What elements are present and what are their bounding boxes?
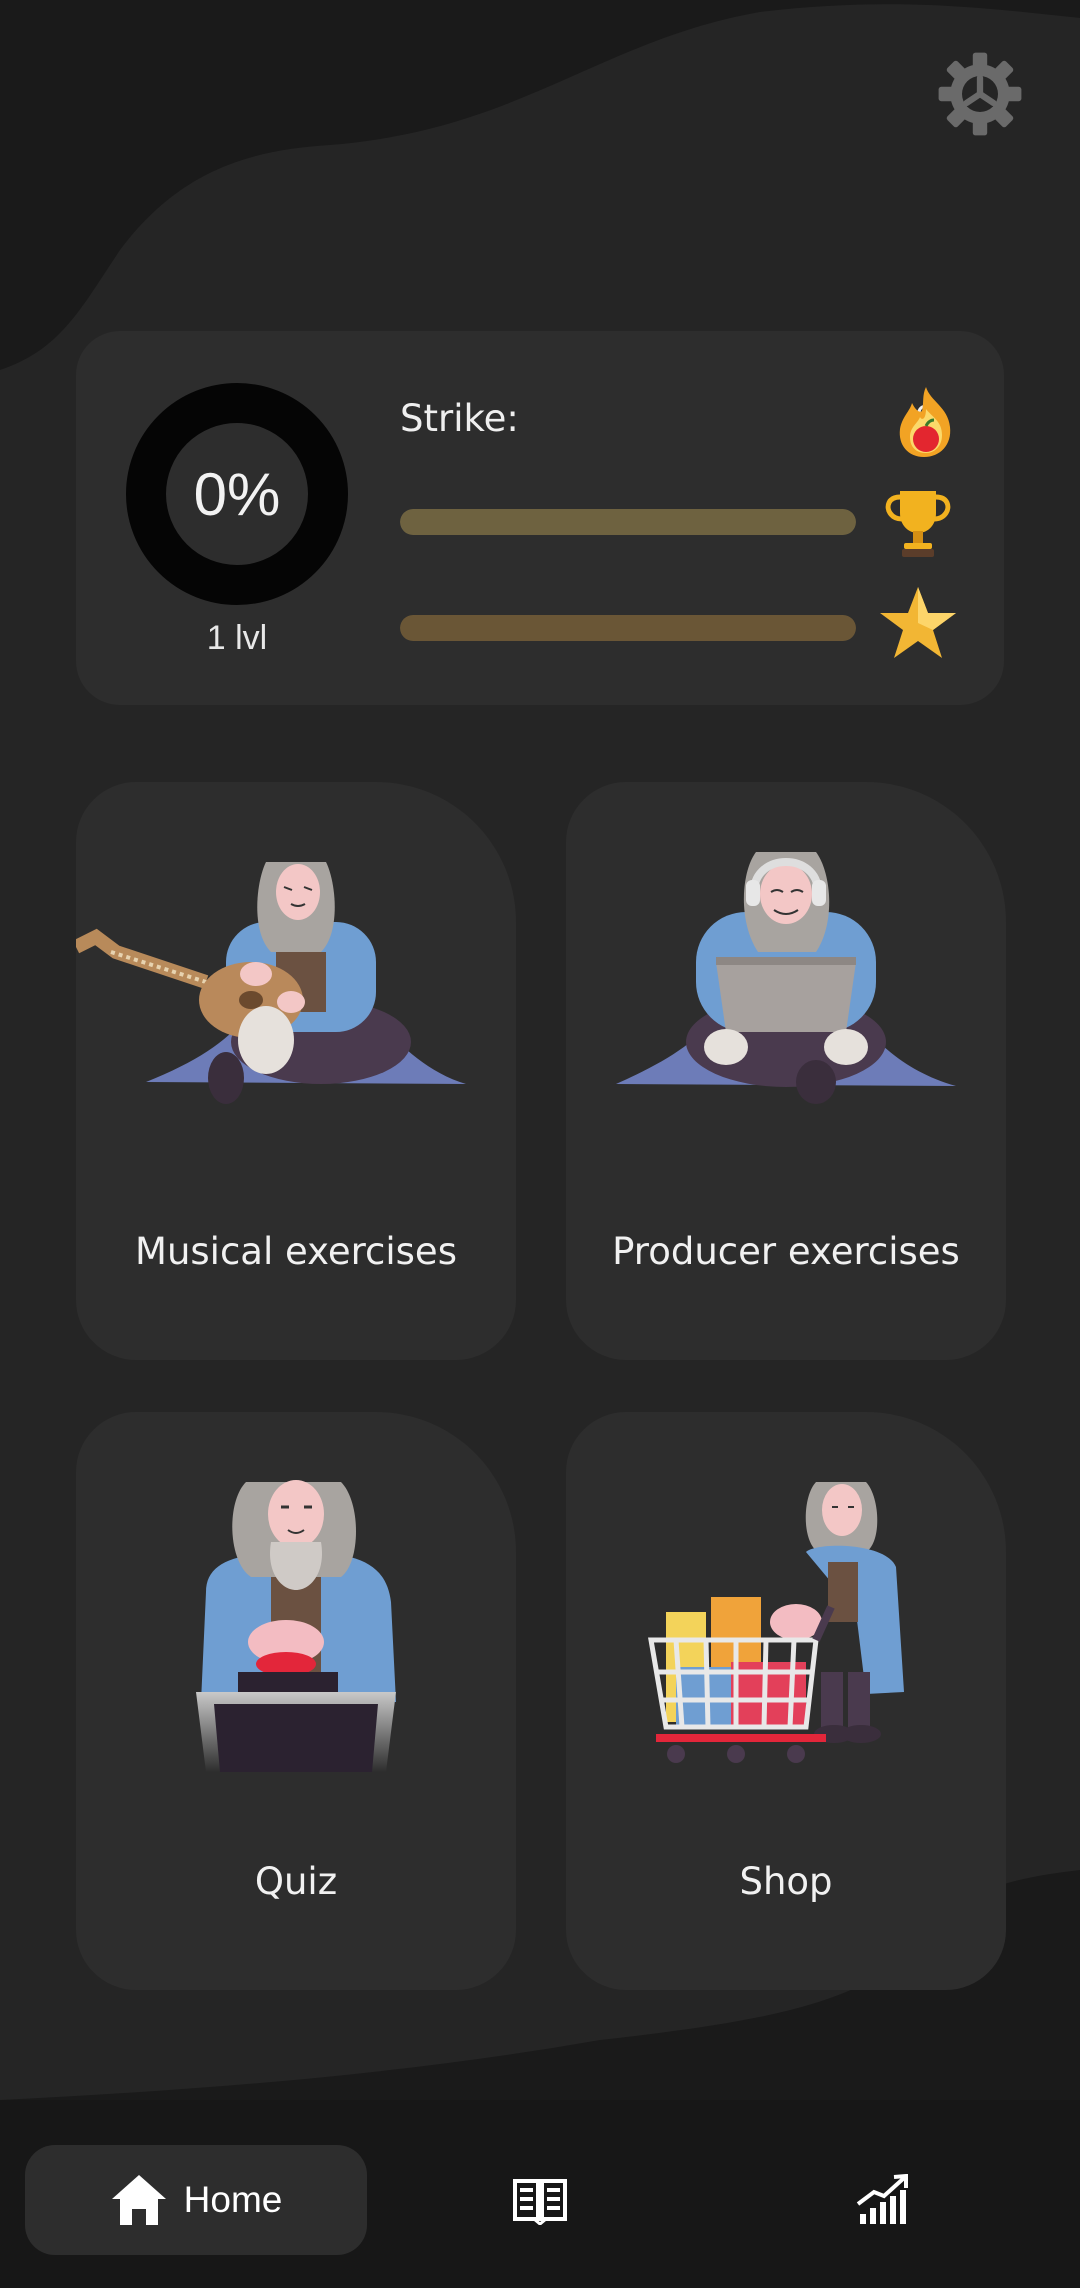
nav-library-button[interactable] bbox=[470, 2145, 610, 2255]
star-icon bbox=[880, 587, 956, 658]
quiz-illustration bbox=[196, 1480, 396, 1772]
quiz-tile[interactable]: Quiz bbox=[76, 1412, 516, 1990]
producer-illustration bbox=[616, 852, 956, 1104]
tile-label: Shop bbox=[739, 1860, 833, 1903]
star-progress-bar bbox=[400, 615, 856, 641]
progress-percent: 0% bbox=[193, 460, 281, 528]
nav-home-label: Home bbox=[183, 2179, 283, 2220]
tile-label: Producer exercises bbox=[612, 1230, 960, 1273]
guitarist-illustration bbox=[76, 862, 466, 1104]
chart-icon bbox=[856, 2174, 908, 2224]
bottom-navigation: Home bbox=[0, 2100, 1080, 2288]
shop-tile[interactable]: Shop bbox=[566, 1412, 1006, 1990]
settings-button[interactable] bbox=[930, 44, 1030, 144]
book-icon bbox=[513, 2179, 567, 2225]
tile-label: Musical exercises bbox=[135, 1230, 457, 1273]
musical-exercises-tile[interactable]: Musical exercises bbox=[76, 782, 516, 1360]
home-icon bbox=[111, 2175, 166, 2225]
shop-illustration bbox=[648, 1482, 904, 1763]
tile-label: Quiz bbox=[254, 1860, 338, 1903]
nav-stats-button[interactable] bbox=[814, 2145, 954, 2255]
producer-exercises-tile[interactable]: Producer exercises bbox=[566, 782, 1006, 1360]
strike-label: Strike: bbox=[400, 397, 519, 440]
trophy-progress-fill bbox=[400, 509, 856, 535]
stats-card: 0% 1 lvl Strike: 0 bbox=[76, 331, 1004, 705]
gear-icon bbox=[938, 52, 1022, 136]
nav-home-button[interactable]: Home bbox=[25, 2145, 367, 2255]
trophy-icon bbox=[885, 491, 951, 557]
level-label: 1 lvl bbox=[206, 619, 268, 657]
flame-icon bbox=[899, 387, 951, 457]
star-progress-fill bbox=[400, 615, 856, 641]
trophy-progress-bar bbox=[400, 509, 856, 535]
